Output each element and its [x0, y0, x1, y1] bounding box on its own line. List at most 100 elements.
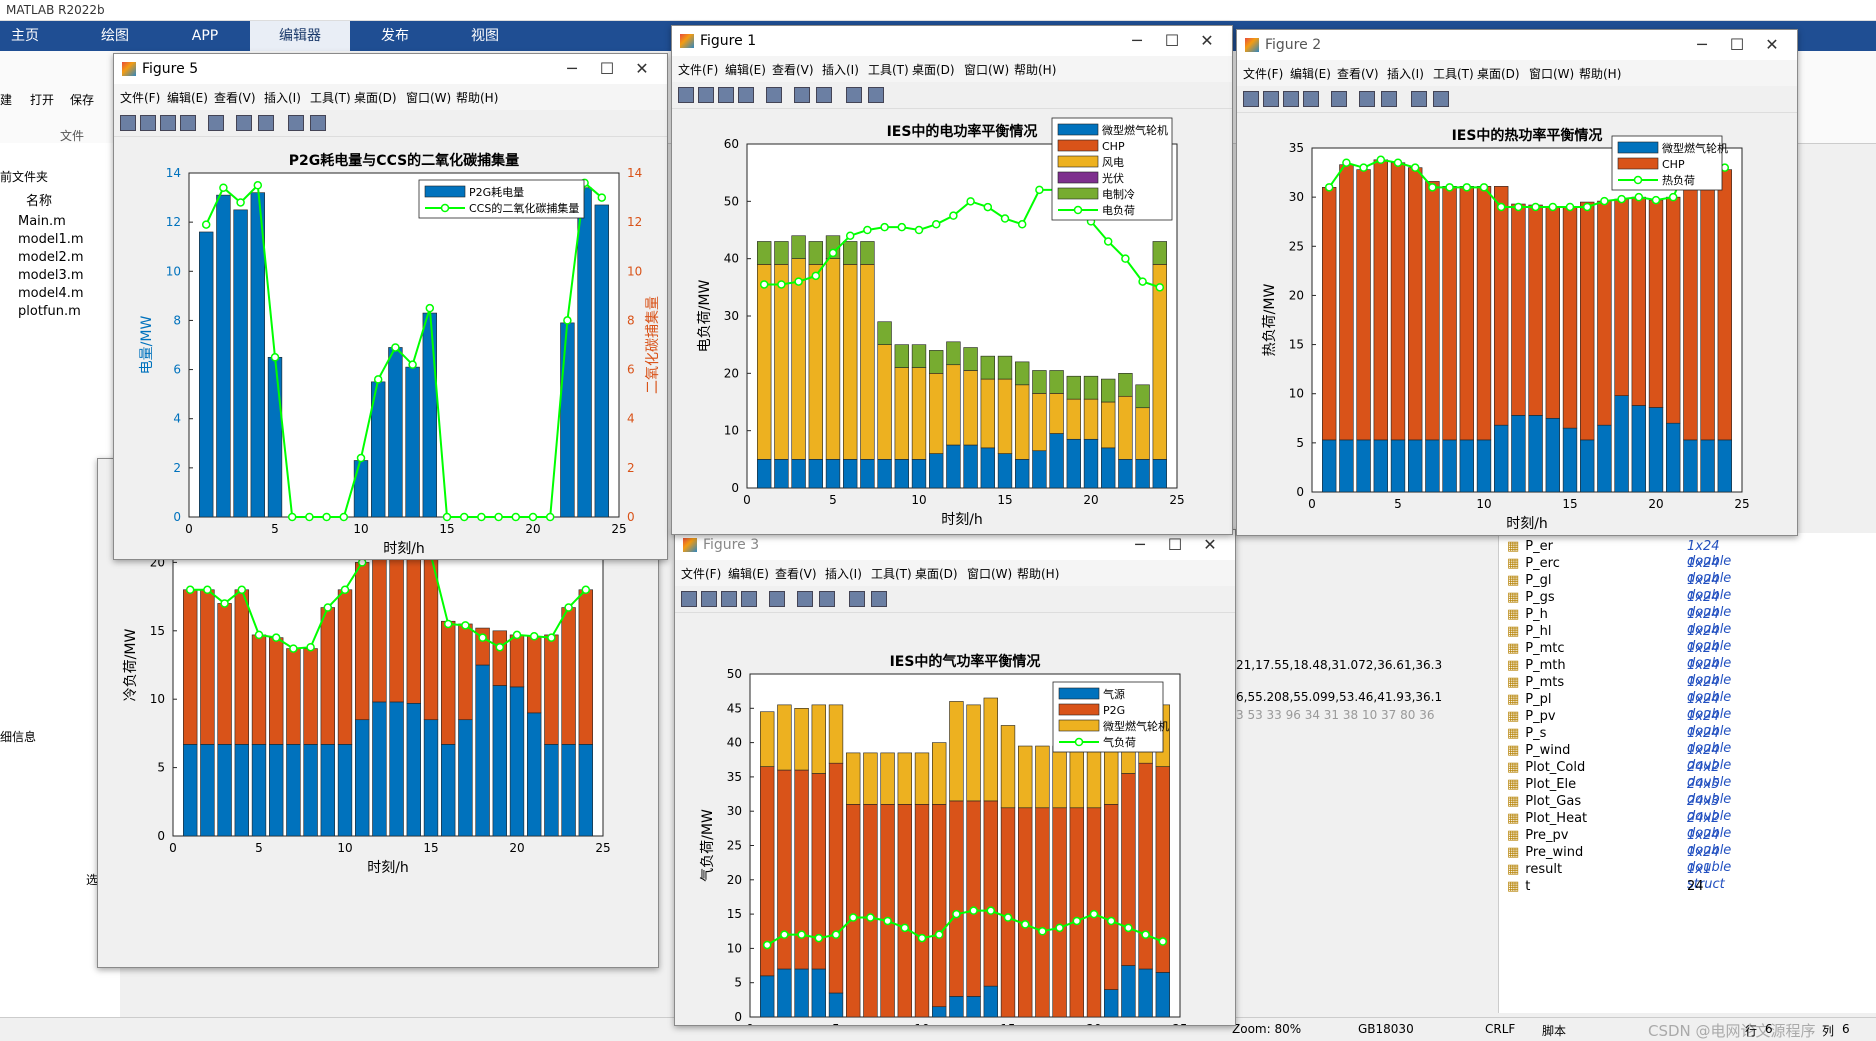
open-icon[interactable] [140, 115, 156, 131]
minimize-icon[interactable]: ─ [1122, 30, 1152, 52]
file-item[interactable]: model3.m [18, 268, 84, 283]
figure-menu-item[interactable]: 文件(F) [678, 61, 718, 78]
workspace-variable-row[interactable]: ▦ P_hl 1x24 double [1507, 624, 1731, 654]
new-button[interactable]: 建 [0, 91, 12, 108]
figure-menu-item[interactable]: 桌面(D) [1477, 65, 1520, 82]
close-icon[interactable]: ✕ [627, 58, 657, 80]
property-icon[interactable] [868, 87, 884, 103]
figure-menu-item[interactable]: 插入(I) [264, 89, 301, 106]
file-item[interactable]: model1.m [18, 232, 84, 247]
tab-editor[interactable]: 编辑器 [250, 21, 350, 51]
figure-menu-item[interactable]: 桌面(D) [912, 61, 955, 78]
link-icon[interactable] [208, 115, 224, 131]
figure-menu-item[interactable]: 编辑(E) [167, 89, 208, 106]
tab-publish[interactable]: 发布 [370, 21, 420, 51]
figure-menu-item[interactable]: 工具(T) [310, 89, 351, 106]
new-figure-icon[interactable] [678, 87, 694, 103]
figure-menu-item[interactable]: 桌面(D) [915, 565, 958, 582]
link-icon[interactable] [769, 591, 785, 607]
workspace-variable-row[interactable]: ▦ P_mtc 1x24 double [1507, 641, 1731, 671]
figure-menu-item[interactable]: 编辑(E) [1290, 65, 1331, 82]
print-icon[interactable] [738, 87, 754, 103]
close-icon[interactable]: ✕ [1195, 534, 1225, 556]
link-icon[interactable] [766, 87, 782, 103]
property-icon[interactable] [1433, 91, 1449, 107]
figure-3-window[interactable]: Figure 3 ─ ☐ ✕ 文件(F) 编辑(E) 查看(V) 插入(I) 工具(T)… [674, 529, 1236, 1026]
save-icon[interactable] [160, 115, 176, 131]
workspace-variable-row[interactable]: ▦ P_wind 1x24 double [1507, 743, 1731, 773]
figure-menu-item[interactable]: 帮助(H) [1014, 61, 1056, 78]
workspace-variable-row[interactable]: ▦ Plot_Heat 24x2 double [1507, 811, 1731, 841]
tab-apps[interactable]: APP [180, 21, 230, 51]
figure-menu-item[interactable]: 文件(F) [1243, 65, 1283, 82]
legend-icon[interactable] [258, 115, 274, 131]
workspace-variable-row[interactable]: ▦ P_gs 1x24 double [1507, 590, 1731, 620]
workspace-variable-row[interactable]: ▦ P_mth 1x24 double [1507, 658, 1731, 688]
minimize-icon[interactable]: ─ [1687, 34, 1717, 56]
workspace-variable-row[interactable]: ▦ Pre_wind 1x24 double [1507, 845, 1731, 875]
colorbar-icon[interactable] [794, 87, 810, 103]
figure-menu-item[interactable]: 查看(V) [772, 61, 814, 78]
print-icon[interactable] [180, 115, 196, 131]
save-icon[interactable] [718, 87, 734, 103]
open-icon[interactable] [698, 87, 714, 103]
tab-home[interactable]: 主页 [0, 21, 50, 51]
property-icon[interactable] [871, 591, 887, 607]
workspace-variable-row[interactable]: ▦ P_pv 1x24 double [1507, 709, 1731, 739]
figure-menu-item[interactable]: 编辑(E) [725, 61, 766, 78]
new-figure-icon[interactable] [120, 115, 136, 131]
figure-menu-item[interactable]: 编辑(E) [728, 565, 769, 582]
maximize-icon[interactable]: ☐ [1157, 30, 1187, 52]
open-button[interactable]: 打开 [30, 91, 54, 108]
figure-menu-item[interactable]: 桌面(D) [354, 89, 397, 106]
figure-menu-item[interactable]: 查看(V) [775, 565, 817, 582]
figure-menu-item[interactable]: 帮助(H) [1579, 65, 1621, 82]
figure-2-window[interactable]: Figure 2 ─ ☐ ✕ 文件(F) 编辑(E) 查看(V) 插入(I) 工具(T)… [1236, 29, 1798, 536]
workspace-variable-row[interactable]: ▦ Plot_Cold 24x2 double [1507, 760, 1731, 790]
legend-icon[interactable] [816, 87, 832, 103]
maximize-icon[interactable]: ☐ [1722, 34, 1752, 56]
figure-menu-item[interactable]: 工具(T) [868, 61, 909, 78]
pointer-icon[interactable] [288, 115, 304, 131]
minimize-icon[interactable]: ─ [1125, 534, 1155, 556]
figure-menu-item[interactable]: 工具(T) [1433, 65, 1474, 82]
figure-5-window[interactable]: Figure 5 ─ ☐ ✕ 文件(F) 编辑(E) 查看(V) 插入(I) 工具(T)… [113, 53, 668, 560]
maximize-icon[interactable]: ☐ [592, 58, 622, 80]
workspace-variable-row[interactable]: ▦ P_er 1x24 double [1507, 539, 1731, 569]
figure-1-window[interactable]: Figure 1 ─ ☐ ✕ 文件(F) 编辑(E) 查看(V) 插入(I) 工具(T)… [671, 25, 1233, 535]
figure-menu-item[interactable]: 窗口(W) [406, 89, 451, 106]
workspace-variable-row[interactable]: ▦ P_gl 1x24 double [1507, 573, 1731, 603]
workspace-variable-row[interactable]: ▦ P_erc 1x24 double [1507, 556, 1731, 586]
workspace-variable-row[interactable]: ▦ result 1x1 struct [1507, 862, 1725, 892]
minimize-icon[interactable]: ─ [557, 58, 587, 80]
open-icon[interactable] [1263, 91, 1279, 107]
workspace-variable-row[interactable]: ▦ P_mts 1x24 double [1507, 675, 1731, 705]
workspace-variable-row[interactable]: ▦ Plot_Ele 24x5 double [1507, 777, 1731, 807]
close-icon[interactable]: ✕ [1192, 30, 1222, 52]
workspace-variable-row[interactable]: ▦ t 24 [1507, 879, 1704, 897]
close-icon[interactable]: ✕ [1757, 34, 1787, 56]
print-icon[interactable] [1303, 91, 1319, 107]
figure-menu-item[interactable]: 窗口(W) [967, 565, 1012, 582]
name-column-header[interactable]: 名称 [26, 190, 52, 209]
figure-menu-item[interactable]: 查看(V) [214, 89, 256, 106]
pointer-icon[interactable] [1411, 91, 1427, 107]
property-icon[interactable] [310, 115, 326, 131]
colorbar-icon[interactable] [1359, 91, 1375, 107]
link-icon[interactable] [1331, 91, 1347, 107]
figure-menu-item[interactable]: 查看(V) [1337, 65, 1379, 82]
save-button[interactable]: 保存 [70, 91, 94, 108]
file-item[interactable]: Main.m [18, 214, 66, 229]
workspace-variable-row[interactable]: ▦ P_s 1x24 double [1507, 726, 1731, 756]
new-figure-icon[interactable] [1243, 91, 1259, 107]
workspace-variable-row[interactable]: ▦ Pre_pv 1x24 double [1507, 828, 1731, 858]
workspace-variable-row[interactable]: ▦ Plot_Gas 24x3 double [1507, 794, 1731, 824]
tab-plots[interactable]: 绘图 [90, 21, 140, 51]
tab-view[interactable]: 视图 [460, 21, 510, 51]
figure-menu-item[interactable]: 插入(I) [1387, 65, 1424, 82]
figure-menu-item[interactable]: 文件(F) [120, 89, 160, 106]
colorbar-icon[interactable] [236, 115, 252, 131]
colorbar-icon[interactable] [797, 591, 813, 607]
workspace-variable-row[interactable]: ▦ P_pl 1x24 double [1507, 692, 1731, 722]
legend-icon[interactable] [819, 591, 835, 607]
